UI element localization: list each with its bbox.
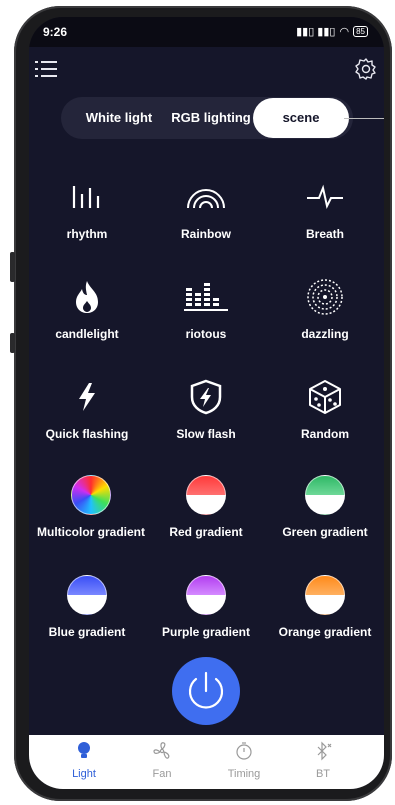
scene-label: candlelight (55, 327, 119, 341)
scene-label: Slow flash (176, 427, 236, 441)
flame-icon (65, 275, 109, 319)
scene-purple-gradient[interactable]: Purple gradient (147, 573, 265, 639)
bluetooth-icon (317, 741, 332, 761)
shield-lightning-icon (184, 375, 228, 419)
scene-label: Blue gradient (48, 625, 126, 639)
scene-label: Orange gradient (278, 625, 372, 639)
scene-label: riotous (185, 327, 227, 341)
nav-light[interactable]: Light (54, 741, 114, 780)
scene-dazzling[interactable]: dazzling (266, 275, 384, 341)
multicolor-circle-icon (69, 473, 113, 517)
rainbow-icon (184, 175, 228, 219)
scene-red-gradient[interactable]: Red gradient (147, 473, 265, 539)
callout-line (344, 118, 384, 119)
scene-label: Rainbow (181, 227, 231, 241)
nav-label: Timing (227, 768, 261, 780)
mode-tabs: White light RGB lighting scene (61, 97, 353, 139)
scene-label: Multicolor gradient (37, 525, 145, 539)
blue-circle-icon (65, 573, 109, 617)
gear-icon[interactable] (354, 57, 378, 81)
scene-rainbow[interactable]: Rainbow (147, 175, 265, 241)
scene-label: Green gradient (282, 525, 368, 539)
timer-icon (236, 742, 252, 760)
phone-side-button (10, 333, 15, 353)
nav-label: BT (315, 768, 331, 780)
scene-multicolor-gradient[interactable]: Multicolor gradient (32, 473, 150, 539)
scene-label: Random (301, 427, 349, 441)
equalizer-icon (184, 275, 228, 319)
status-icons: ▮▮▯ ▮▮▯ ◠ 85 (296, 25, 368, 38)
scene-slow-flash[interactable]: Slow flash (147, 375, 265, 441)
scene-label: Purple gradient (161, 625, 250, 639)
scene-quick-flashing[interactable]: Quick flashing (29, 375, 146, 441)
scene-orange-gradient[interactable]: Orange gradient (266, 573, 384, 639)
scene-label: Quick flashing (45, 427, 129, 441)
battery-icon: 85 (353, 26, 368, 37)
scene-rhythm[interactable]: rhythm (29, 175, 146, 241)
power-button[interactable] (172, 657, 240, 725)
fan-icon (153, 742, 170, 759)
scene-label: dazzling (301, 327, 349, 341)
breath-icon (303, 175, 347, 219)
phone-side-button (10, 252, 15, 282)
nav-label: Fan (152, 768, 172, 780)
status-time: 9:26 (43, 25, 68, 39)
dice-icon (303, 375, 347, 419)
lightning-icon (65, 375, 109, 419)
nav-label: Light (72, 768, 96, 780)
app-screen: 9:26 ▮▮▯ ▮▮▯ ◠ 85 White light RGB lighti… (29, 17, 384, 789)
wifi-icon: ◠ (339, 26, 350, 38)
status-bar: 9:26 ▮▮▯ ▮▮▯ ◠ 85 (29, 17, 384, 47)
bottom-nav: Light Fan Timing BT (29, 735, 384, 789)
scene-label: Red gradient (169, 525, 243, 539)
tab-white-light[interactable]: White light (73, 97, 165, 139)
orange-circle-icon (303, 573, 347, 617)
red-circle-icon (184, 473, 228, 517)
green-circle-icon (303, 473, 347, 517)
tab-rgb-lighting[interactable]: RGB lighting (165, 97, 257, 139)
power-icon (188, 671, 224, 709)
purple-circle-icon (184, 573, 228, 617)
scene-candlelight[interactable]: candlelight (29, 275, 146, 341)
scene-blue-gradient[interactable]: Blue gradient (29, 573, 146, 639)
scene-breath[interactable]: Breath (266, 175, 384, 241)
rhythm-icon (65, 175, 109, 219)
menu-icon[interactable] (35, 59, 57, 79)
dazzling-icon (303, 275, 347, 319)
scene-riotous[interactable]: riotous (147, 275, 265, 341)
nav-timing[interactable]: Timing (214, 741, 274, 780)
scene-label: Breath (305, 227, 344, 241)
scene-label: rhythm (66, 227, 108, 241)
nav-fan[interactable]: Fan (132, 741, 192, 780)
signal-icon: ▮▮▯ ▮▮▯ (296, 26, 336, 38)
scene-random[interactable]: Random (266, 375, 384, 441)
nav-bt[interactable]: BT (293, 741, 353, 780)
bulb-icon (78, 742, 90, 758)
tab-scene[interactable]: scene (253, 98, 349, 138)
scene-green-gradient[interactable]: Green gradient (266, 473, 384, 539)
